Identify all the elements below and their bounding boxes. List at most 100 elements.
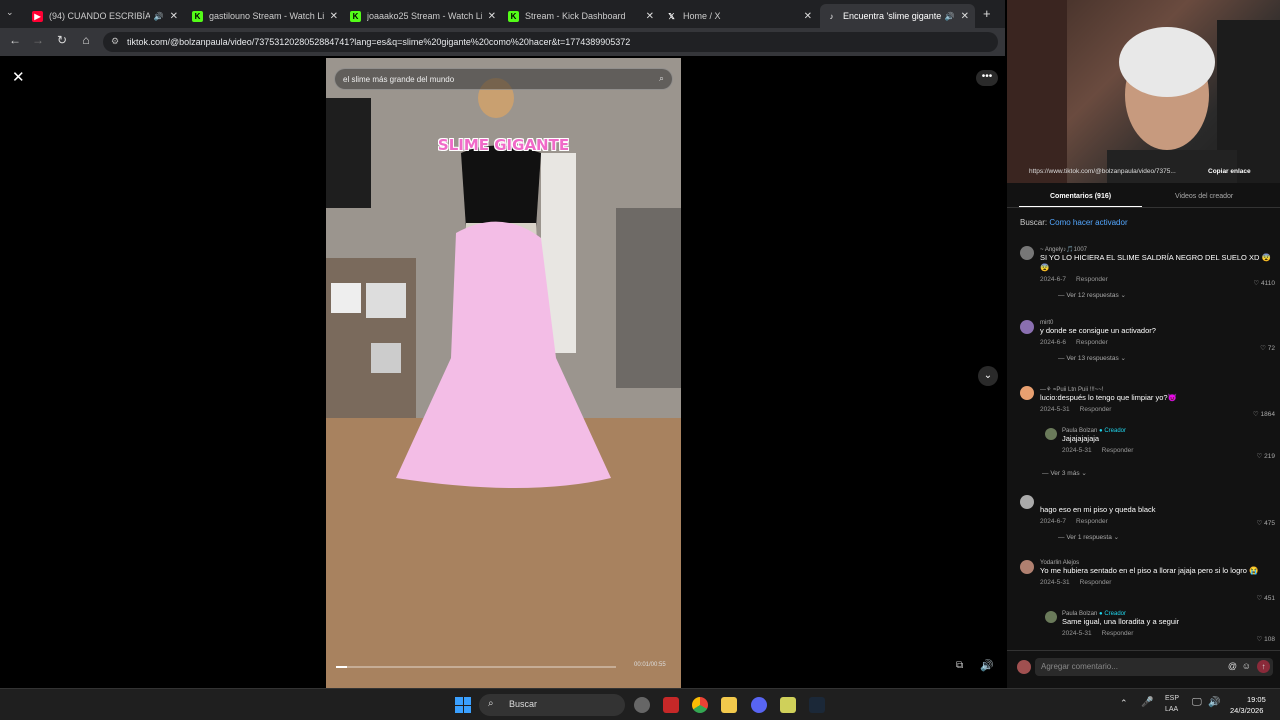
reply-button[interactable]: Responder — [1076, 276, 1108, 283]
tab-kick-gastilouno[interactable]: K gastilouno Stream - Watch Live ✕ — [186, 4, 344, 28]
home-icon[interactable]: ⌂ — [77, 33, 95, 47]
task-view-icon[interactable] — [634, 697, 650, 713]
view-replies-label: Ver 13 respuestas — [1066, 355, 1119, 362]
avatar[interactable] — [1020, 386, 1034, 400]
creator-avatar[interactable] — [1045, 611, 1057, 623]
start-icon[interactable] — [455, 697, 471, 713]
tab-x-home[interactable]: 𝕏 Home / X ✕ — [660, 4, 818, 28]
like-count[interactable]: ♡ 4110 — [1253, 279, 1275, 287]
url-text: tiktok.com/@bolzanpaula/video/7375312028… — [127, 37, 631, 47]
tab-kick-dashboard[interactable]: K Stream - Kick Dashboard ✕ — [502, 4, 660, 28]
search-suggestion-link[interactable]: Como hacer activador — [1049, 218, 1127, 227]
reply-button[interactable]: Responder — [1076, 339, 1108, 346]
site-info-icon[interactable]: ⚙ — [111, 36, 119, 47]
new-tab-icon[interactable]: + — [983, 6, 991, 21]
video-search-text: el slime más grande del mundo — [343, 74, 455, 84]
avatar[interactable] — [1020, 560, 1034, 574]
address-bar[interactable]: ⚙ tiktok.com/@bolzanpaula/video/73753120… — [103, 32, 998, 52]
creator-reply: Paula Bolzan ● Creador Same igual, una l… — [1062, 611, 1275, 643]
mention-icon[interactable]: @ — [1228, 661, 1237, 671]
view-replies[interactable]: — Ver 1 respuesta ⌄ — [1040, 533, 1275, 541]
steam-icon[interactable] — [809, 697, 825, 713]
reply-button[interactable]: Responder — [1080, 406, 1112, 413]
back-icon[interactable]: ← — [6, 33, 24, 47]
avatar[interactable] — [1020, 495, 1034, 509]
speaker-icon[interactable]: 🔊 — [1208, 697, 1220, 708]
chrome-icon[interactable] — [692, 697, 708, 713]
tab-youtube[interactable]: ▶ (94) CUANDO ESCRIBÍA ASÍ 🔊 ✕ — [26, 4, 184, 28]
reply-text: Same igual, una lloradita y a seguir — [1062, 617, 1180, 626]
view-replies[interactable]: — Ver 13 respuestas ⌄ — [1040, 354, 1275, 362]
copy-link-button[interactable]: Copiar enlace — [1208, 168, 1251, 175]
like-number: 219 — [1264, 453, 1275, 460]
tab-creator-videos[interactable]: Videos del creador — [1175, 193, 1233, 200]
taskbar-search[interactable]: ⌕ Buscar — [479, 694, 625, 716]
close-tab-icon[interactable]: ✕ — [961, 11, 969, 22]
creator-avatar[interactable] — [1045, 428, 1057, 440]
tray-overflow-icon[interactable]: ⌃ — [1120, 698, 1128, 709]
reply-button[interactable]: Responder — [1076, 518, 1108, 525]
discord-icon[interactable] — [751, 697, 767, 713]
video-timecode: 00:01/00:55 — [634, 662, 666, 668]
like-count[interactable]: ♡ 1864 — [1253, 410, 1275, 418]
language-code[interactable]: ESP — [1165, 695, 1179, 702]
close-tab-icon[interactable]: ✕ — [170, 11, 178, 22]
view-more-replies[interactable]: — Ver 3 más ⌄ — [1042, 469, 1087, 477]
close-icon[interactable]: ✕ — [12, 68, 25, 86]
close-tab-icon[interactable]: ✕ — [646, 11, 654, 22]
next-video-chevron-icon[interactable]: ⌄ — [978, 366, 998, 386]
like-count[interactable]: ♡ 451 — [1257, 594, 1276, 602]
comment-input[interactable]: Agregar comentario... @ ☺ ↑ — [1035, 658, 1273, 676]
video-link-text[interactable]: https://www.tiktok.com/@bolzanpaula/vide… — [1029, 168, 1176, 175]
reply-button[interactable]: Responder — [1102, 630, 1134, 637]
tab-kick-joaaako[interactable]: K joaaako25 Stream - Watch Live ✕ — [344, 4, 502, 28]
close-tab-icon[interactable]: ✕ — [330, 11, 338, 22]
tiktok-icon: ♪ — [829, 11, 834, 21]
microphone-icon[interactable]: 🎤 — [1141, 697, 1153, 708]
like-count[interactable]: ♡ 475 — [1257, 519, 1276, 527]
like-count[interactable]: ♡ 219 — [1257, 452, 1276, 460]
forward-icon[interactable]: → — [29, 33, 47, 47]
browser-tab-strip: ⌄ ▶ (94) CUANDO ESCRIBÍA ASÍ 🔊 ✕ K gasti… — [0, 0, 1005, 28]
close-tab-icon[interactable]: ✕ — [804, 11, 812, 22]
close-tab-icon[interactable]: ✕ — [488, 11, 496, 22]
search-icon[interactable]: ⌕ — [659, 73, 664, 84]
comment-author[interactable]: —⚘ ≈Puii Ltn Puii !!!~~! — [1040, 386, 1275, 393]
tab-comments[interactable]: Comentarios (916) — [1050, 193, 1111, 200]
video-player[interactable]: el slime más grande del mundo ⌕ SLIME GI… — [326, 58, 681, 688]
kick-icon: K — [192, 10, 203, 22]
video-search-box[interactable]: el slime más grande del mundo ⌕ — [334, 68, 673, 90]
file-explorer-icon[interactable] — [721, 697, 737, 713]
keyboard-layout[interactable]: LAA — [1165, 706, 1178, 713]
reply-button[interactable]: Responder — [1080, 579, 1112, 586]
tab-tiktok-active[interactable]: ♪ Encuentra 'slime gigante c 🔊 ✕ — [820, 4, 975, 28]
app-icon[interactable] — [780, 697, 796, 713]
reply-button[interactable]: Responder — [1102, 447, 1134, 454]
like-number: 108 — [1264, 636, 1275, 643]
webcam-image — [1007, 0, 1280, 183]
search-suggestion[interactable]: Buscar: Como hacer activador — [1020, 218, 1128, 227]
audio-icon[interactable]: 🔊 — [154, 12, 164, 21]
like-count[interactable]: ♡ 108 — [1257, 635, 1276, 643]
send-icon[interactable]: ↑ — [1257, 660, 1270, 673]
avatar[interactable] — [1020, 320, 1034, 334]
webcam-overlay — [1007, 0, 1280, 183]
more-options-icon[interactable]: ••• — [976, 70, 998, 86]
network-icon[interactable]: 🖵 — [1192, 697, 1202, 708]
pip-icon[interactable]: ⧉ — [956, 660, 963, 671]
audio-icon[interactable]: 🔊 — [945, 12, 955, 21]
video-progress-track[interactable] — [336, 666, 616, 668]
recording-app-icon[interactable] — [663, 697, 679, 713]
view-replies[interactable]: — Ver 12 respuestas ⌄ — [1040, 291, 1275, 299]
reload-icon[interactable]: ↻ — [53, 33, 71, 47]
like-count[interactable]: ♡ 72 — [1260, 344, 1275, 352]
comment-item: hago eso en mi piso y queda black 2024-6… — [1040, 505, 1275, 541]
comment-text: Yo me hubiera sentado en el piso a llora… — [1040, 566, 1259, 575]
emoji-icon[interactable]: ☺ — [1242, 661, 1251, 671]
clock-date[interactable]: 24/3/2026 — [1230, 706, 1263, 715]
comment-author[interactable]: ~ Angely♪🎵1007 — [1040, 246, 1275, 253]
volume-icon[interactable]: 🔊 — [980, 659, 994, 672]
tab-search-chevron-icon[interactable]: ⌄ — [6, 7, 14, 18]
avatar[interactable] — [1020, 246, 1034, 260]
clock-time[interactable]: 19:05 — [1247, 695, 1266, 704]
